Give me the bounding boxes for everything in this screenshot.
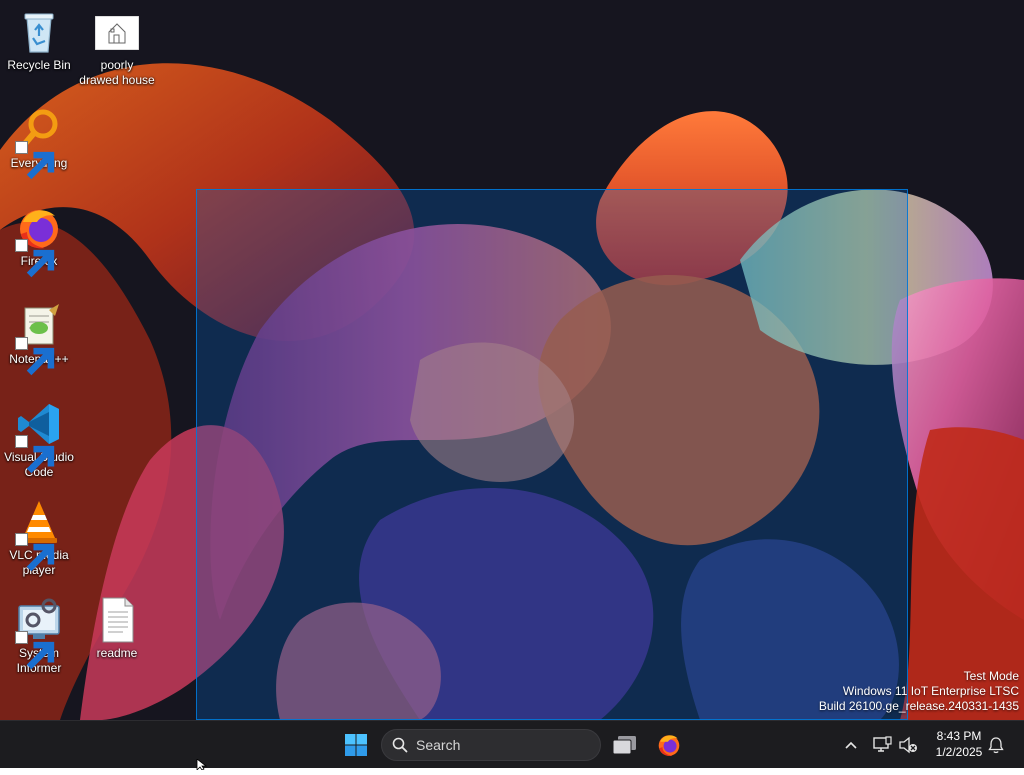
firefox-icon <box>15 204 63 278</box>
desktop-icon-label: poorly drawed house <box>79 58 155 87</box>
windows-start-icon <box>344 733 368 757</box>
task-view-button[interactable] <box>605 725 645 765</box>
search-icon <box>392 737 408 753</box>
taskbar-search-box[interactable]: Search <box>381 729 601 761</box>
selection-rectangle <box>196 189 908 720</box>
desktop-icon-notepad-plus-plus[interactable]: Notepad++ <box>1 302 77 376</box>
desktop-icon-poorly-drawed-house[interactable]: poorly drawed house <box>79 16 155 88</box>
system-informer-icon <box>15 596 63 670</box>
shortcut-arrow-icon <box>15 435 55 474</box>
desktop-icon-firefox[interactable]: Firefox <box>1 204 77 278</box>
volume-muted-icon <box>898 736 918 754</box>
shortcut-arrow-icon <box>15 631 55 670</box>
notifications-button[interactable] <box>977 725 1015 765</box>
watermark-line: Windows 11 IoT Enterprise LTSC <box>842 684 1019 698</box>
test-mode-watermark: Test Mode Windows 11 IoT Enterprise LTSC… <box>819 669 1019 714</box>
image-thumbnail-icon <box>95 16 139 50</box>
everything-search-icon <box>15 106 63 180</box>
text-file-icon <box>93 596 141 644</box>
bell-icon <box>988 736 1004 754</box>
desktop-icon-vlc[interactable]: VLC media player <box>1 498 77 578</box>
taskbar: Search 8:43 PM 1/2/2025 <box>0 720 1024 768</box>
network-icon <box>872 736 892 754</box>
shortcut-arrow-icon <box>15 239 55 278</box>
desktop-icon-readme[interactable]: readme <box>79 596 155 661</box>
desktop-icon-system-informer[interactable]: System Informer <box>1 596 77 676</box>
desktop[interactable]: Recycle Bin poorly drawed house Everythi… <box>0 0 1024 720</box>
mouse-cursor <box>196 757 208 775</box>
desktop-icon-everything[interactable]: Everything <box>1 106 77 180</box>
desktop-icon-label: Recycle Bin <box>7 58 71 72</box>
shortcut-arrow-icon <box>15 337 55 376</box>
desktop-icon-label: readme <box>96 646 138 660</box>
search-placeholder: Search <box>416 737 461 753</box>
firefox-icon <box>656 732 682 758</box>
task-view-icon <box>612 734 638 756</box>
shortcut-arrow-icon <box>15 141 55 180</box>
watermark-line: Build 26100.ge_release.240331-1435 <box>818 699 1019 713</box>
watermark-line: Test Mode <box>963 669 1019 683</box>
vlc-icon <box>15 498 63 572</box>
volume-button[interactable] <box>890 725 926 765</box>
shortcut-arrow-icon <box>15 533 55 572</box>
recycle-bin-icon <box>15 8 63 56</box>
desktop-icon-vscode[interactable]: Visual Studio Code <box>1 400 77 480</box>
taskbar-app-firefox[interactable] <box>649 725 689 765</box>
vscode-icon <box>15 400 63 474</box>
chevron-up-icon <box>844 740 858 750</box>
notepad-plus-plus-icon <box>15 302 63 376</box>
desktop-icon-recycle-bin[interactable]: Recycle Bin <box>1 8 77 73</box>
start-button[interactable] <box>336 725 376 765</box>
